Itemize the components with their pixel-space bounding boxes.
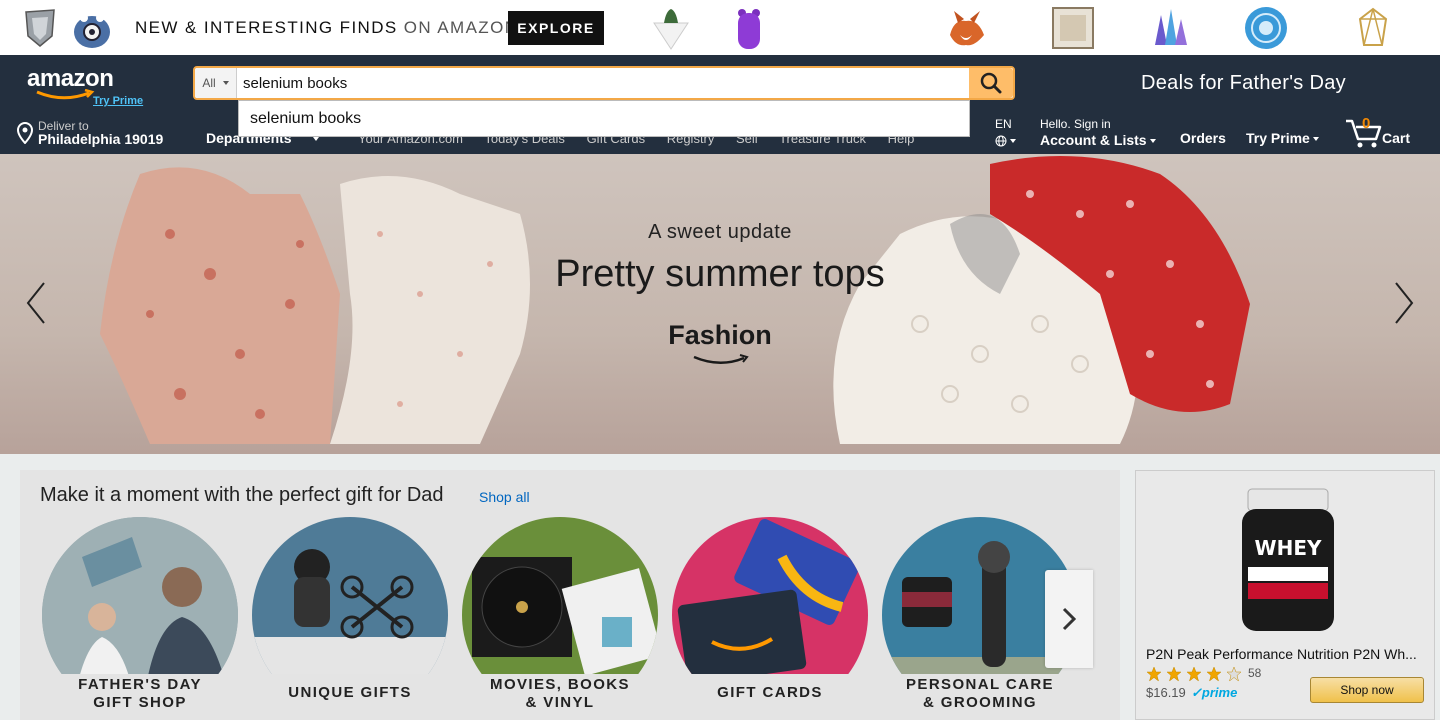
- product-name[interactable]: P2N Peak Performance Nutrition P2N Wh...: [1146, 646, 1426, 662]
- smile-arrow-icon: [36, 89, 95, 100]
- search-input[interactable]: [243, 68, 963, 98]
- planter-product-icon[interactable]: [648, 5, 694, 51]
- crystals-product-icon[interactable]: [1147, 5, 1193, 51]
- earrings-product-icon[interactable]: [813, 5, 859, 51]
- whey-protein-product-image: WHEY: [1242, 488, 1334, 631]
- product-label-text: WHEY: [1255, 536, 1322, 560]
- amazon-logo[interactable]: amazon Try Prime: [27, 65, 147, 109]
- shop-all-link[interactable]: Shop all: [479, 489, 530, 505]
- globe-icon: [995, 135, 1007, 147]
- carousel-next-button[interactable]: [1045, 570, 1093, 668]
- search-suggestion-item[interactable]: selenium books: [238, 100, 970, 137]
- try-prime-link[interactable]: Try Prime: [93, 95, 143, 107]
- gift-category-label[interactable]: MOVIES, BOOKS & VINYL: [462, 676, 658, 712]
- chevron-down-icon: [1010, 138, 1016, 143]
- gummy-bear-lamp-icon[interactable]: [726, 5, 772, 51]
- cart-button[interactable]: 0 Cart: [1344, 115, 1424, 149]
- top-navigation: amazon Try Prime All selenium books Deal…: [0, 55, 1440, 154]
- cart-count: 0: [1362, 115, 1371, 132]
- review-count[interactable]: 58: [1248, 666, 1261, 680]
- explore-button[interactable]: EXPLORE: [508, 11, 604, 45]
- geometric-planter-icon[interactable]: [1350, 5, 1396, 51]
- chevron-down-icon: [1149, 139, 1156, 144]
- hero-kicker: A sweet update: [648, 221, 792, 243]
- search-button[interactable]: [969, 68, 1013, 98]
- account-lists-menu[interactable]: Hello. Sign in Account & Lists: [1040, 117, 1156, 148]
- product-thumbnail-icon[interactable]: [70, 6, 114, 50]
- chevron-down-icon: [1312, 137, 1319, 142]
- chevron-down-icon: [312, 137, 319, 142]
- promo-strip: NEW & INTERESTING FINDS ON AMAZON EXPLOR…: [0, 0, 1440, 55]
- product-thumbnail-icon[interactable]: [18, 6, 62, 50]
- hero-clothing-illustration: [100, 156, 1250, 445]
- section-title: Make it a moment with the perfect gift f…: [40, 484, 444, 506]
- mandala-tapestry-icon[interactable]: [1243, 5, 1289, 51]
- deals-banner-link[interactable]: Deals for Father's Day: [1141, 72, 1346, 95]
- travel-frame-icon[interactable]: [1050, 5, 1096, 51]
- prime-badge: ✓prime: [1191, 685, 1238, 700]
- product-price: $16.19: [1146, 685, 1186, 700]
- gift-for-dad-section: Make it a moment with the perfect gift f…: [20, 470, 1120, 720]
- gift-category-label[interactable]: PERSONAL CARE & GROOMING: [882, 676, 1078, 712]
- gift-category-label[interactable]: UNIQUE GIFTS: [252, 684, 448, 702]
- search-department-select[interactable]: All: [195, 68, 237, 98]
- language-selector[interactable]: EN: [995, 117, 1016, 147]
- search-icon: [980, 72, 1002, 94]
- chevron-right-icon: [1062, 607, 1076, 631]
- chevron-down-icon: [222, 81, 229, 85]
- location-pin-icon: [16, 122, 34, 144]
- shop-now-button[interactable]: Shop now: [1310, 677, 1424, 703]
- gift-category-label[interactable]: GIFT CARDS: [672, 684, 868, 702]
- smile-arrow-icon: [693, 354, 749, 364]
- rating-stars-icon: [1146, 666, 1242, 682]
- hero-brand: Fashion: [668, 320, 772, 350]
- carousel-prev-arrow-icon[interactable]: [24, 281, 48, 325]
- try-prime-menu[interactable]: Try Prime: [1246, 130, 1319, 146]
- carousel-next-arrow-icon[interactable]: [1392, 281, 1416, 325]
- search-bar: All: [193, 66, 1015, 100]
- fox-plush-icon[interactable]: [944, 5, 990, 51]
- gift-category-label[interactable]: FATHER'S DAY GIFT SHOP: [42, 676, 238, 712]
- hero-banner[interactable]: A sweet update Pretty summer tops Fashio…: [0, 154, 1440, 454]
- orders-link[interactable]: Orders: [1180, 130, 1226, 146]
- hero-headline: Pretty summer tops: [555, 253, 885, 295]
- sponsored-product-ad[interactable]: WHEY P2N Peak Performance Nutrition P2N …: [1135, 470, 1435, 720]
- promo-headline: NEW & INTERESTING FINDS ON AMAZON: [135, 18, 519, 37]
